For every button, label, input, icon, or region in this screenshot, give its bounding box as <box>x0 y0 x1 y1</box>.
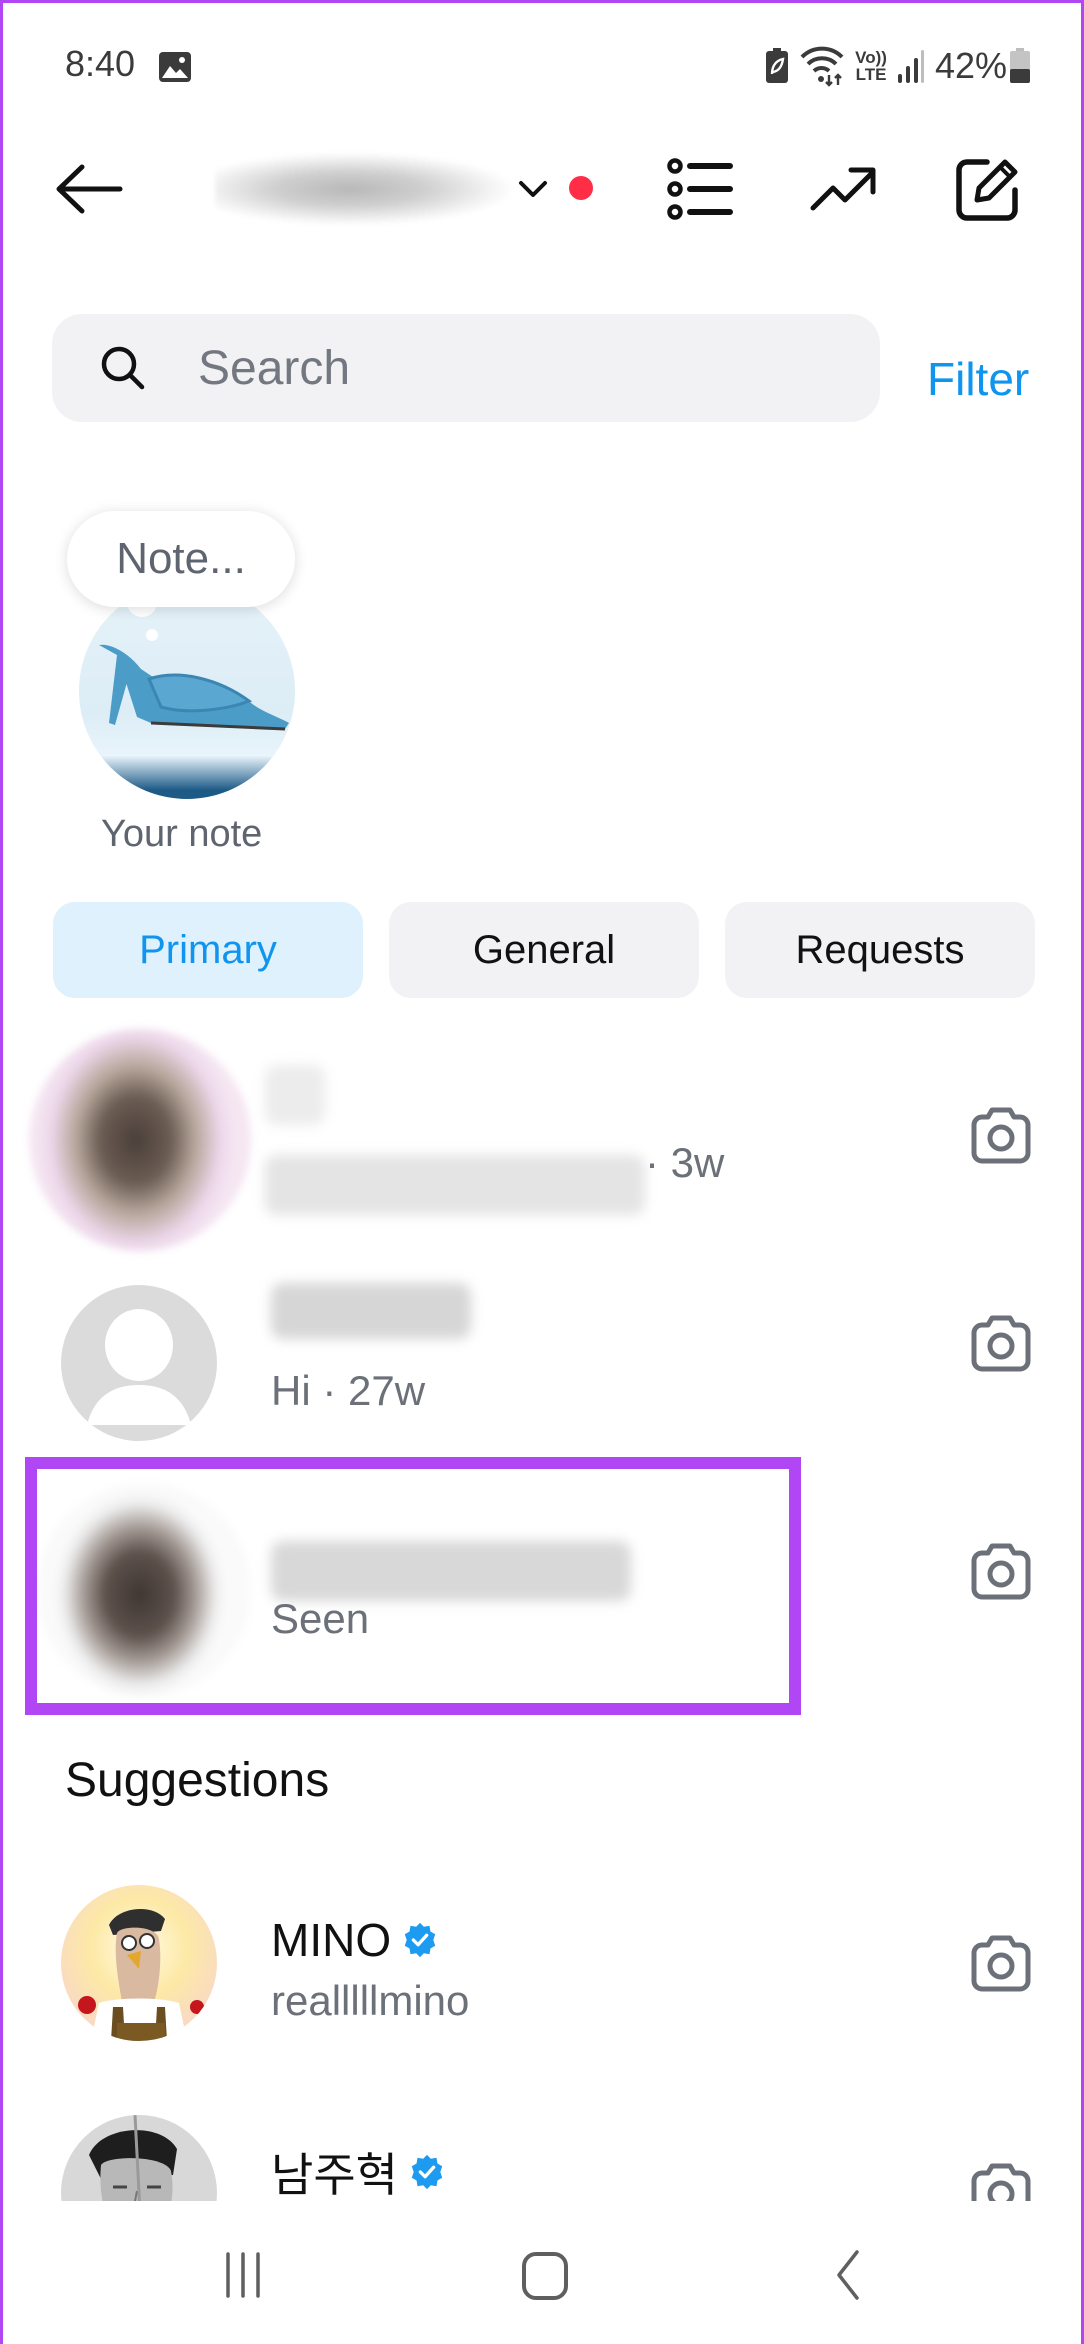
tab-general[interactable]: General <box>389 902 699 998</box>
avatar <box>61 1885 217 2041</box>
battery-icon <box>1010 48 1030 83</box>
insights-button[interactable] <box>806 151 882 227</box>
conversation-time: · 3w <box>645 1139 725 1186</box>
home-icon <box>522 2252 568 2300</box>
verified-badge-icon <box>404 1922 436 1958</box>
search-icon <box>101 346 145 390</box>
list-button[interactable] <box>663 151 739 227</box>
battery-percent: 42% <box>934 45 1007 86</box>
home-button[interactable] <box>495 2235 595 2315</box>
your-note-label: Your note <box>101 813 263 855</box>
volte-icon: Vo)) LTE <box>855 48 887 84</box>
battery-saver-icon <box>766 48 789 83</box>
conversation-row-highlighted[interactable]: Seen <box>3 1483 1081 1703</box>
conversation-name <box>271 1541 631 1601</box>
suggestion-username: realllllmino <box>271 1977 470 2024</box>
camera-button[interactable] <box>963 1533 1039 1609</box>
new-message-button[interactable] <box>950 151 1026 227</box>
conversation-preview: Seen <box>271 1595 370 1642</box>
chevron-down-icon[interactable] <box>515 171 551 207</box>
note-bubble[interactable]: Note... <box>67 511 295 607</box>
camera-icon <box>971 1935 1031 1992</box>
account-switcher[interactable]: username (blurred) <box>215 143 515 235</box>
camera-button[interactable] <box>963 1097 1039 1173</box>
back-icon <box>837 2250 859 2300</box>
avatar <box>37 1483 251 1697</box>
verified-badge-icon <box>411 2154 443 2190</box>
suggestion-name: MINO <box>271 1913 439 1967</box>
list-icon <box>667 158 733 220</box>
filter-button[interactable]: Filter <box>927 352 1029 406</box>
conversation-preview <box>265 1155 645 1215</box>
your-note-avatar[interactable] <box>79 583 295 799</box>
back-arrow-icon <box>56 164 123 214</box>
suggestion-row[interactable]: MINO realllllmino <box>3 1871 1081 2091</box>
conversation-preview: Hi · 27w <box>271 1367 426 1414</box>
gallery-icon <box>159 52 191 82</box>
search-bar[interactable] <box>52 314 880 422</box>
conversation-name <box>271 1283 471 1339</box>
suggestion-name: 남주혁 <box>271 2139 446 2205</box>
nav-back-button[interactable] <box>798 2235 898 2315</box>
camera-button[interactable] <box>963 1305 1039 1381</box>
tab-primary[interactable]: Primary <box>53 902 363 998</box>
signal-icon <box>897 50 924 83</box>
wifi-icon <box>800 46 844 87</box>
bubble-dot <box>146 629 158 641</box>
default-avatar <box>61 1285 217 1441</box>
conversation-name <box>265 1065 325 1125</box>
shoe-image <box>99 644 289 731</box>
camera-icon <box>971 1543 1031 1600</box>
compose-icon <box>956 159 1018 221</box>
cartoon-avatar-image <box>78 1908 204 2041</box>
suggestions-heading: Suggestions <box>65 1754 330 1807</box>
recents-icon <box>226 2252 260 2298</box>
notification-dot <box>569 176 593 200</box>
search-input[interactable] <box>198 340 798 396</box>
avatar <box>29 1029 251 1251</box>
camera-icon <box>971 1107 1031 1164</box>
recents-button[interactable] <box>193 2235 293 2315</box>
tab-requests[interactable]: Requests <box>725 902 1035 998</box>
status-icons: Vo)) LTE 42% <box>765 45 1031 87</box>
conversation-row[interactable]: · 3w <box>3 1025 1081 1251</box>
camera-icon <box>971 1315 1031 1372</box>
camera-button[interactable] <box>963 1925 1039 2001</box>
back-button[interactable] <box>53 153 125 225</box>
conversation-row[interactable]: Hi · 27w <box>3 1255 1081 1475</box>
trending-icon <box>810 167 876 211</box>
person-icon <box>87 1309 191 1425</box>
status-time: 8:40 <box>65 43 136 84</box>
